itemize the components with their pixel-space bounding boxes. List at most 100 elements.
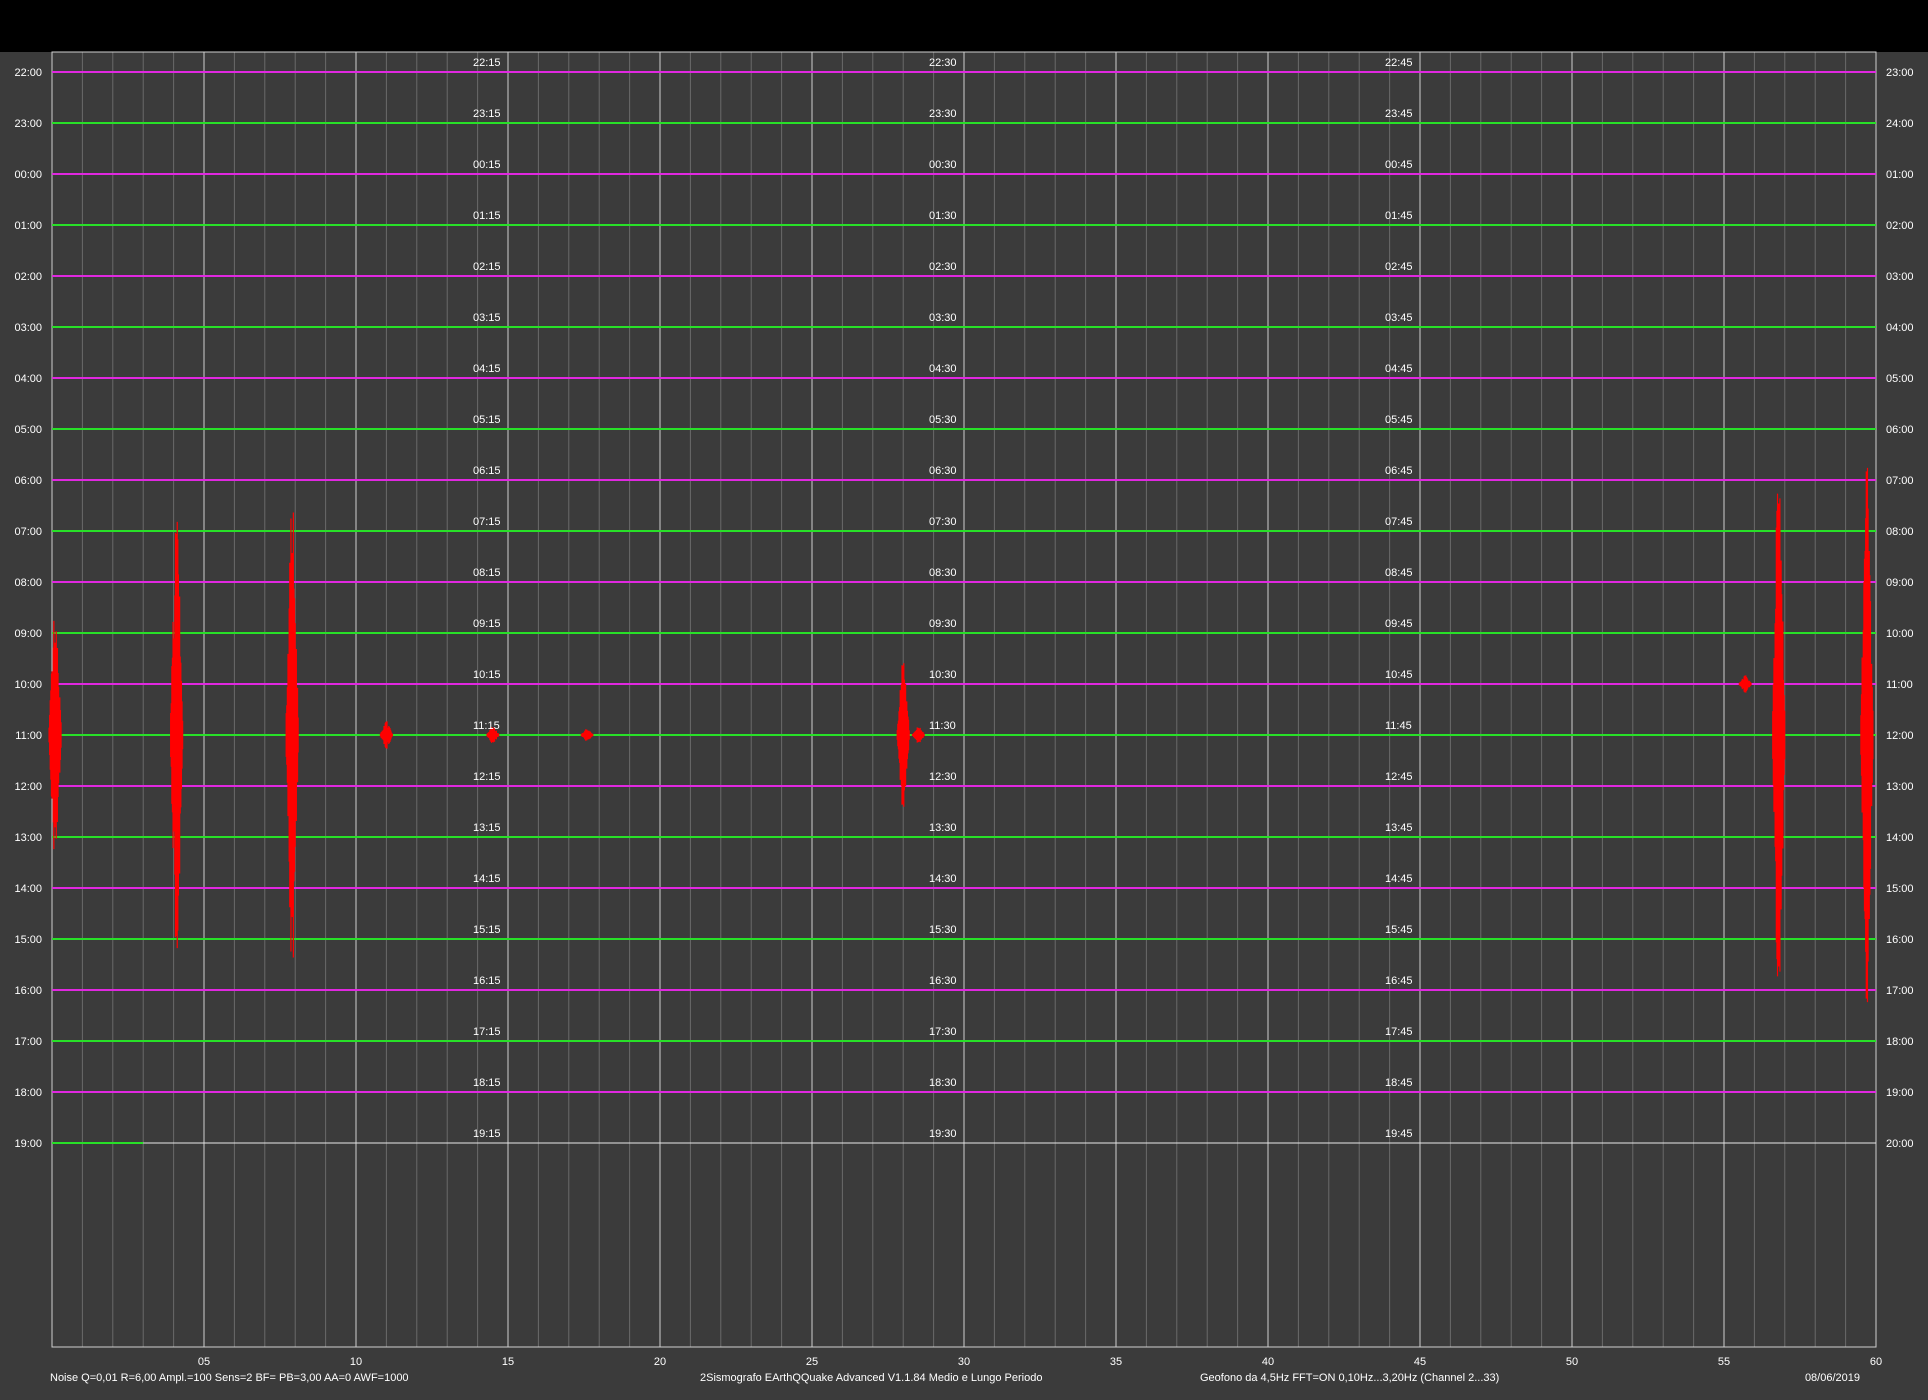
x-tick-label: 10 bbox=[350, 1356, 362, 1368]
row-label-right: 16:00 bbox=[1886, 934, 1914, 946]
x-axis-ticks: 05 10 15 20 25 30 35 40 45 50 55 60 bbox=[198, 1356, 1882, 1368]
row-label-right: 06:00 bbox=[1886, 424, 1914, 436]
quarter-label: 10:15 bbox=[473, 669, 501, 681]
row-label-right: 20:00 bbox=[1886, 1138, 1914, 1150]
row-label-left: 03:00 bbox=[14, 322, 42, 334]
row-label-right: 07:00 bbox=[1886, 475, 1914, 487]
row-label-left: 14:00 bbox=[14, 883, 42, 895]
quarter-label: 05:45 bbox=[1385, 414, 1413, 426]
quarter-label: 14:45 bbox=[1385, 873, 1413, 885]
quarter-label: 22:30 bbox=[929, 57, 957, 69]
x-tick-label: 55 bbox=[1718, 1356, 1730, 1368]
row-label-right: 24:00 bbox=[1886, 118, 1914, 130]
quarter-label: 03:30 bbox=[929, 312, 957, 324]
quarter-label: 05:30 bbox=[929, 414, 957, 426]
row-label-right: 17:00 bbox=[1886, 985, 1914, 997]
quarter-label: 08:30 bbox=[929, 567, 957, 579]
row-label-right: 13:00 bbox=[1886, 781, 1914, 793]
row-label-left: 17:00 bbox=[14, 1036, 42, 1048]
x-tick-label: 40 bbox=[1262, 1356, 1274, 1368]
quarter-label: 15:45 bbox=[1385, 924, 1413, 936]
quarter-label: 00:30 bbox=[929, 159, 957, 171]
quarter-label: 18:15 bbox=[473, 1077, 501, 1089]
x-tick-label: 05 bbox=[198, 1356, 210, 1368]
x-tick-label: 25 bbox=[806, 1356, 818, 1368]
quarter-label: 12:30 bbox=[929, 771, 957, 783]
row-label-left: 01:00 bbox=[14, 220, 42, 232]
row-label-right: 18:00 bbox=[1886, 1036, 1914, 1048]
quarter-label: 03:15 bbox=[473, 312, 501, 324]
quarter-label: 18:30 bbox=[929, 1077, 957, 1089]
seismogram-chart: 22:00 23:00 22:15 22:30 22:45 23:00 24:00 23:15… bbox=[14, 51, 1914, 1384]
quarter-label: 14:15 bbox=[473, 873, 501, 885]
quarter-label: 15:30 bbox=[929, 924, 957, 936]
x-tick-label: 20 bbox=[654, 1356, 666, 1368]
quarter-label: 07:15 bbox=[473, 516, 501, 528]
quarter-label: 07:30 bbox=[929, 516, 957, 528]
quarter-label: 02:30 bbox=[929, 261, 957, 273]
quarter-label: 16:30 bbox=[929, 975, 957, 987]
quarter-label: 13:15 bbox=[473, 822, 501, 834]
row-label-left: 00:00 bbox=[14, 169, 42, 181]
x-tick-label: 60 bbox=[1870, 1356, 1882, 1368]
row-label-left: 05:00 bbox=[14, 424, 42, 436]
row-label-left: 23:00 bbox=[14, 118, 42, 130]
quarter-label: 14:30 bbox=[929, 873, 957, 885]
row-label-right: 23:00 bbox=[1886, 67, 1914, 79]
x-tick-label: 15 bbox=[502, 1356, 514, 1368]
x-tick-label: 45 bbox=[1414, 1356, 1426, 1368]
quarter-label: 12:15 bbox=[473, 771, 501, 783]
quarter-label: 06:45 bbox=[1385, 465, 1413, 477]
quarter-label: 06:15 bbox=[473, 465, 501, 477]
quarter-label: 22:45 bbox=[1385, 57, 1413, 69]
row-label-left: 16:00 bbox=[14, 985, 42, 997]
quarter-label: 16:15 bbox=[473, 975, 501, 987]
quarter-label: 12:45 bbox=[1385, 771, 1413, 783]
quarter-label: 02:45 bbox=[1385, 261, 1413, 273]
row-label-right: 19:00 bbox=[1886, 1087, 1914, 1099]
quarter-label: 18:45 bbox=[1385, 1077, 1413, 1089]
quarter-label: 13:45 bbox=[1385, 822, 1413, 834]
quarter-label: 23:15 bbox=[473, 108, 501, 120]
row-label-right: 09:00 bbox=[1886, 577, 1914, 589]
footer-sensor-info: Geofono da 4,5Hz FFT=ON 0,10Hz...3,20Hz … bbox=[1200, 1372, 1499, 1384]
row-label-left: 18:00 bbox=[14, 1087, 42, 1099]
footer-settings: Noise Q=0,01 R=6,00 Ampl.=100 Sens=2 BF=… bbox=[50, 1372, 409, 1384]
row-label-left: 08:00 bbox=[14, 577, 42, 589]
quarter-label: 22:15 bbox=[473, 57, 501, 69]
quarter-label: 02:15 bbox=[473, 261, 501, 273]
quarter-label: 08:45 bbox=[1385, 567, 1413, 579]
row-label-left: 22:00 bbox=[14, 67, 42, 79]
quarter-label: 17:45 bbox=[1385, 1026, 1413, 1038]
row-label-right: 10:00 bbox=[1886, 628, 1914, 640]
row-label-left: 12:00 bbox=[14, 781, 42, 793]
quarter-label: 13:30 bbox=[929, 822, 957, 834]
row-label-left: 09:00 bbox=[14, 628, 42, 640]
quarter-label: 03:45 bbox=[1385, 312, 1413, 324]
footer-app-title: 2Sismografo EArthQQuake Advanced V1.1.84… bbox=[700, 1372, 1042, 1384]
quarter-label: 09:30 bbox=[929, 618, 957, 630]
quarter-label: 00:15 bbox=[473, 159, 501, 171]
quarter-label: 05:15 bbox=[473, 414, 501, 426]
quarter-label: 23:30 bbox=[929, 108, 957, 120]
quarter-label: 09:45 bbox=[1385, 618, 1413, 630]
quarter-label: 10:45 bbox=[1385, 669, 1413, 681]
x-tick-label: 30 bbox=[958, 1356, 970, 1368]
row-label-left: 15:00 bbox=[14, 934, 42, 946]
row-label-right: 04:00 bbox=[1886, 322, 1914, 334]
quarter-label: 11:30 bbox=[929, 720, 956, 732]
row-label-right: 08:00 bbox=[1886, 526, 1914, 538]
x-tick-label: 50 bbox=[1566, 1356, 1578, 1368]
quarter-label: 01:30 bbox=[929, 210, 957, 222]
row-label-left: 04:00 bbox=[14, 373, 42, 385]
x-tick-label: 35 bbox=[1110, 1356, 1122, 1368]
row-label-left: 07:00 bbox=[14, 526, 42, 538]
row-label-right: 01:00 bbox=[1886, 169, 1914, 181]
quarter-label: 04:45 bbox=[1385, 363, 1413, 375]
quarter-label: 01:45 bbox=[1385, 210, 1413, 222]
row-label-right: 14:00 bbox=[1886, 832, 1914, 844]
quarter-label: 19:45 bbox=[1385, 1128, 1413, 1140]
row-label-right: 12:00 bbox=[1886, 730, 1914, 742]
row-label-left: 19:00 bbox=[14, 1138, 42, 1150]
grid-lines bbox=[51, 51, 1877, 1348]
